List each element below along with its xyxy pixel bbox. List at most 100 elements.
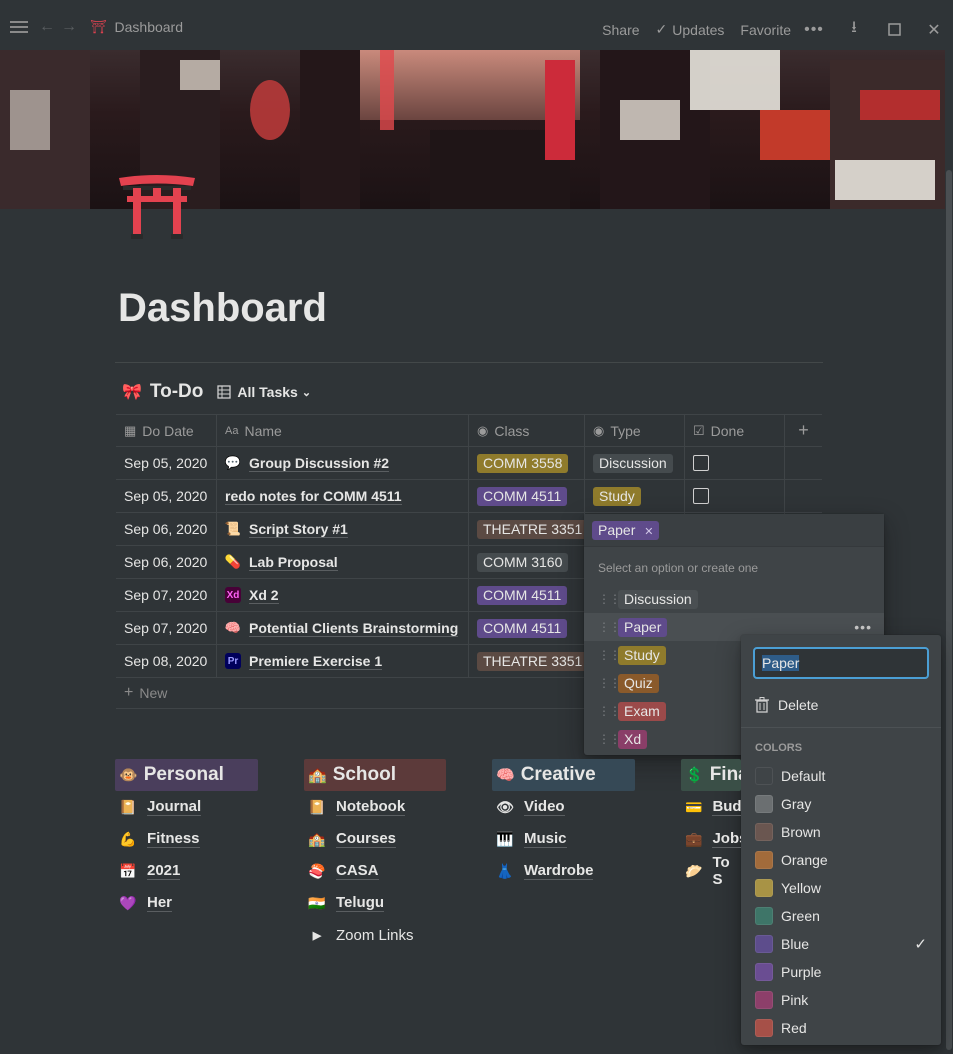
name-cell[interactable]: 💊 Lab Proposal xyxy=(217,546,469,578)
date-cell[interactable]: Sep 05, 2020 xyxy=(116,447,217,479)
column-header-date[interactable]: ▦ Do Date xyxy=(116,415,217,446)
date-cell[interactable]: Sep 06, 2020 xyxy=(116,546,217,578)
color-label: Green xyxy=(781,908,820,924)
name-cell[interactable]: redo notes for COMM 4511 xyxy=(217,480,469,512)
forward-arrow-icon[interactable]: → xyxy=(58,16,80,38)
color-option[interactable]: Purple xyxy=(741,958,941,986)
name-cell[interactable]: Xd Xd 2 xyxy=(217,579,469,611)
torii-gate-icon[interactable] xyxy=(117,168,197,248)
type-cell[interactable]: Discussion xyxy=(585,447,685,479)
nav-column-heading[interactable]: 💲 Fina xyxy=(681,759,741,791)
scrollbar[interactable] xyxy=(945,50,953,1054)
column-header-class[interactable]: ◉ Class xyxy=(469,415,585,446)
nav-link[interactable]: 💳 Budg xyxy=(681,791,741,823)
drag-handle-icon[interactable]: ⋮⋮ xyxy=(598,648,621,662)
date-cell[interactable]: Sep 06, 2020 xyxy=(116,513,217,545)
class-cell[interactable]: COMM 3160 xyxy=(469,546,585,578)
date-cell[interactable]: Sep 08, 2020 xyxy=(116,645,217,677)
nav-link[interactable]: 📅 2021 xyxy=(115,855,258,887)
selected-tag[interactable]: Paper ✕ xyxy=(592,520,660,540)
drag-handle-icon[interactable]: ⋮⋮ xyxy=(598,676,621,690)
nav-link[interactable]: 💼 Jobs xyxy=(681,823,741,855)
view-selector[interactable]: All Tasks ⌄ xyxy=(217,384,311,400)
table-row[interactable]: Sep 05, 2020 redo notes for COMM 4511 COMM… xyxy=(116,480,822,513)
nav-link[interactable]: 🏫 Courses xyxy=(304,823,446,855)
done-cell[interactable] xyxy=(685,447,785,479)
nav-link[interactable]: 🇮🇳 Telugu xyxy=(304,887,446,919)
name-cell[interactable]: 📜 Script Story #1 xyxy=(217,513,469,545)
nav-link[interactable]: 🥟 To S xyxy=(681,854,741,888)
drag-handle-icon[interactable]: ⋮⋮ xyxy=(598,620,621,634)
database-title[interactable]: To-Do xyxy=(150,381,203,403)
view-label: All Tasks xyxy=(237,384,298,400)
color-option[interactable]: Blue ✓ xyxy=(741,930,941,958)
type-tag: Study xyxy=(593,486,641,506)
name-cell[interactable]: 🧠 Potential Clients Brainstorming xyxy=(217,612,469,644)
nav-link[interactable]: 🎹 Music xyxy=(492,823,635,855)
breadcrumb[interactable]: ⛩ Dashboard xyxy=(90,19,183,35)
nav-column-heading[interactable]: 🏫 School xyxy=(304,759,446,791)
maximize-icon[interactable] xyxy=(885,23,903,36)
close-icon[interactable]: ✕ xyxy=(925,20,943,40)
checkbox[interactable] xyxy=(693,455,709,471)
checkbox[interactable] xyxy=(693,488,709,504)
date-cell[interactable]: Sep 07, 2020 xyxy=(116,612,217,644)
add-column-button[interactable]: + xyxy=(785,415,822,446)
more-icon[interactable]: ••• xyxy=(854,619,872,635)
class-cell[interactable]: COMM 4511 xyxy=(469,579,585,611)
color-option[interactable]: Red xyxy=(741,1014,941,1042)
option-item[interactable]: ⋮⋮ Discussion xyxy=(584,585,884,613)
share-button[interactable]: Share xyxy=(602,22,639,38)
select-search-input[interactable]: Paper ✕ xyxy=(584,514,884,547)
nav-column-heading[interactable]: 🐵 Personal xyxy=(115,759,258,791)
name-cell[interactable]: Pr Premiere Exercise 1 xyxy=(217,645,469,677)
nav-link[interactable]: 💪 Fitness xyxy=(115,823,258,855)
table-row[interactable]: Sep 05, 2020 💬 Group Discussion #2 COMM 355… xyxy=(116,447,822,480)
back-arrow-icon[interactable]: ← xyxy=(36,16,58,38)
option-name-input[interactable]: Paper xyxy=(753,647,929,679)
nav-link[interactable]: 📔 Notebook xyxy=(304,791,446,823)
column-header-type[interactable]: ◉ Type xyxy=(585,415,685,446)
nav-link[interactable]: 👁 Video xyxy=(492,791,635,823)
color-option[interactable]: Gray xyxy=(741,790,941,818)
class-cell[interactable]: COMM 3558 xyxy=(469,447,585,479)
column-label: Class xyxy=(494,422,530,439)
nav-link[interactable]: 💜 Her xyxy=(115,887,258,919)
class-cell[interactable]: COMM 4511 xyxy=(469,612,585,644)
color-option[interactable]: Pink xyxy=(741,986,941,1014)
brain-icon: 🧠 xyxy=(496,767,515,784)
color-option[interactable]: Yellow xyxy=(741,874,941,902)
class-cell[interactable]: COMM 4511 xyxy=(469,480,585,512)
drag-handle-icon[interactable]: ⋮⋮ xyxy=(598,704,621,718)
favorite-button[interactable]: Favorite xyxy=(740,22,791,38)
class-cell[interactable]: THEATRE 3351 xyxy=(469,645,585,677)
color-option[interactable]: Brown xyxy=(741,818,941,846)
class-cell[interactable]: THEATRE 3351 xyxy=(469,513,585,545)
type-cell[interactable]: Study xyxy=(585,480,685,512)
date-cell[interactable]: Sep 07, 2020 xyxy=(116,579,217,611)
remove-tag-icon[interactable]: ✕ xyxy=(644,526,653,538)
column-header-name[interactable]: Aa Name xyxy=(217,415,469,446)
color-option[interactable]: Default xyxy=(741,762,941,790)
more-icon[interactable]: ••• xyxy=(804,21,823,39)
checkmark-icon: ✓ xyxy=(914,936,927,953)
done-cell[interactable] xyxy=(685,480,785,512)
color-option[interactable]: Orange xyxy=(741,846,941,874)
nav-link[interactable]: 👗 Wardrobe xyxy=(492,855,635,887)
date-cell[interactable]: Sep 05, 2020 xyxy=(116,480,217,512)
nav-link[interactable]: 🍣 CASA xyxy=(304,855,446,887)
updates-button[interactable]: ✓ Updates xyxy=(656,21,725,38)
menu-icon[interactable] xyxy=(8,16,30,38)
drag-handle-icon[interactable]: ⋮⋮ xyxy=(598,732,621,746)
drag-handle-icon[interactable]: ⋮⋮ xyxy=(598,592,621,606)
toggle-triangle-icon[interactable]: ▶ xyxy=(308,929,326,942)
delete-option-button[interactable]: Delete xyxy=(741,691,941,719)
nav-link[interactable]: 📔 Journal xyxy=(115,791,258,823)
download-icon[interactable]: ⭳ xyxy=(845,16,863,43)
color-option[interactable]: Green xyxy=(741,902,941,930)
nav-column-heading[interactable]: 🧠 Creative xyxy=(492,759,635,791)
class-tag: COMM 4511 xyxy=(477,618,568,638)
name-cell[interactable]: 💬 Group Discussion #2 xyxy=(217,447,469,479)
column-header-done[interactable]: ☑ Done xyxy=(685,415,785,446)
nav-link[interactable]: ▶ Zoom Links xyxy=(304,919,446,951)
